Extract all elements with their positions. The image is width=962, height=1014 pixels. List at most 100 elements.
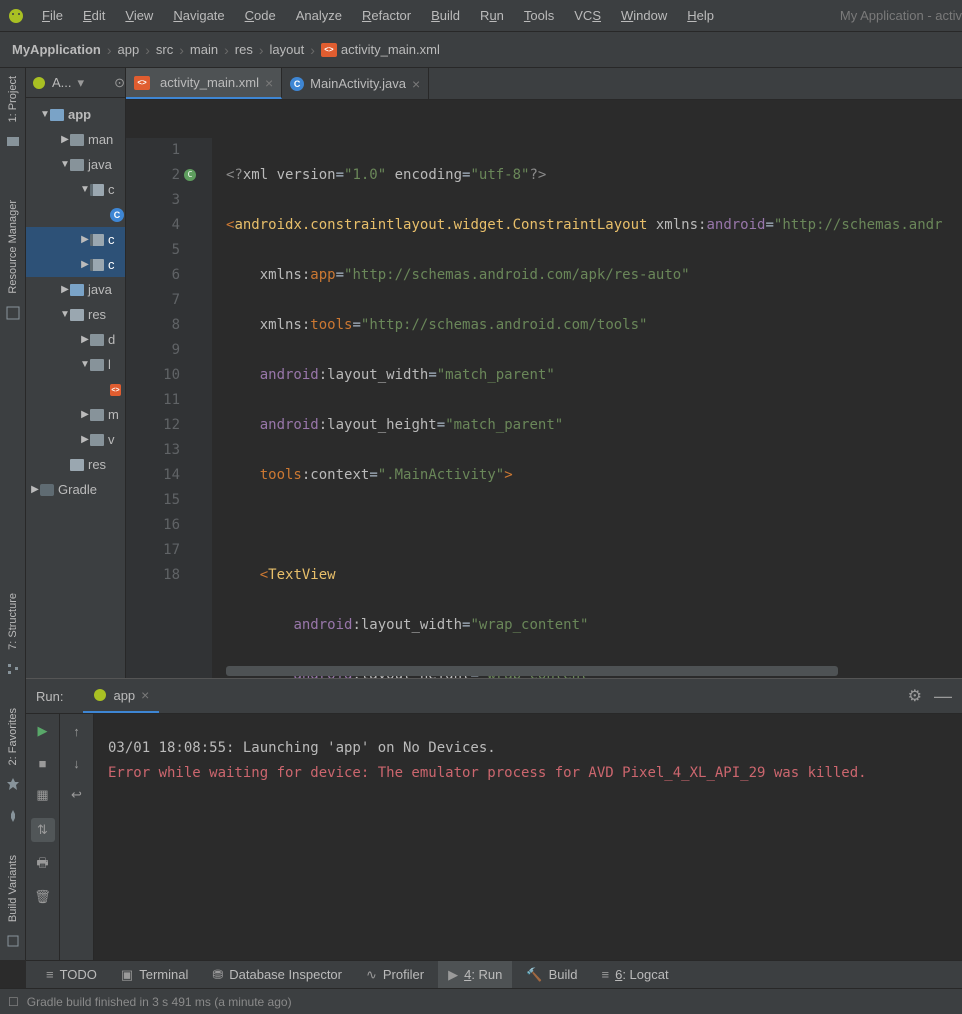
menu-analyze[interactable]: Analyze: [286, 4, 352, 27]
xml-file-icon: <>: [110, 384, 121, 396]
collapse-icon[interactable]: ⊙: [114, 75, 125, 91]
tab-profiler[interactable]: ∿Profiler: [356, 961, 434, 988]
line-number-gutter[interactable]: 1234 5678 9101112 13141516 1718 C: [126, 138, 198, 678]
tab-logcat[interactable]: ≡6: Logcat: [592, 961, 679, 988]
tree-node[interactable]: Gradle: [58, 482, 97, 497]
menu-help[interactable]: Help: [677, 4, 724, 27]
folder-icon: [70, 284, 84, 296]
android-icon: [93, 688, 107, 702]
pin-icon[interactable]: [6, 809, 20, 823]
menu-edit[interactable]: Edit: [73, 4, 115, 27]
stop-button[interactable]: ■: [34, 754, 52, 772]
rerun-button[interactable]: ▶: [34, 722, 52, 740]
menu-code[interactable]: Code: [235, 4, 286, 27]
package-icon: [90, 234, 104, 246]
tree-node[interactable]: man: [88, 132, 113, 147]
menu-file[interactable]: File: [32, 4, 73, 27]
code-editor[interactable]: 1234 5678 9101112 13141516 1718 C <?xml …: [126, 100, 962, 678]
tree-node[interactable]: v: [108, 432, 115, 447]
down-button[interactable]: ↓: [68, 754, 86, 772]
todo-icon: ≡: [46, 967, 54, 982]
menu-tools[interactable]: Tools: [514, 4, 564, 27]
chevron-right-icon: ›: [259, 42, 264, 58]
status-message: Gradle build finished in 3 s 491 ms (a m…: [27, 995, 292, 1009]
java-class-icon: C: [290, 77, 304, 91]
toggle-button[interactable]: ⇅: [31, 818, 55, 842]
status-icon[interactable]: ☐: [8, 995, 19, 1009]
breadcrumb-bar: MyApplication › app › src › main › res ›…: [0, 32, 962, 68]
rail-resource-manager[interactable]: Resource Manager: [7, 192, 19, 302]
tree-node[interactable]: d: [108, 332, 115, 347]
menu-vcs[interactable]: VCS: [564, 4, 611, 27]
tree-node[interactable]: c: [108, 257, 115, 272]
tree-node[interactable]: java: [88, 157, 112, 172]
chevron-right-icon: ›: [310, 42, 315, 58]
tree-node[interactable]: res: [88, 307, 106, 322]
gutter-marker-icon[interactable]: C: [184, 169, 196, 181]
breadcrumb-part[interactable]: main: [190, 42, 218, 57]
android-studio-logo-icon: [8, 8, 24, 24]
tab-terminal[interactable]: ▣Terminal: [111, 961, 198, 988]
up-button[interactable]: ↑: [68, 722, 86, 740]
project-tree[interactable]: app man java c C c c java res d l <> m v…: [26, 98, 125, 502]
close-icon[interactable]: ×: [265, 75, 273, 91]
window-title: My Application - activ: [840, 8, 962, 23]
tree-node[interactable]: m: [108, 407, 119, 422]
menu-window[interactable]: Window: [611, 4, 677, 27]
gradle-icon: [40, 484, 54, 496]
horizontal-scrollbar[interactable]: [226, 666, 838, 676]
tree-node[interactable]: l: [108, 357, 111, 372]
rail-favorites[interactable]: 2: Favorites: [7, 700, 19, 773]
run-toolbar-right: ↑ ↓ ↩: [60, 714, 94, 960]
tree-node[interactable]: java: [88, 282, 112, 297]
breadcrumb-root[interactable]: MyApplication: [12, 42, 101, 57]
minimize-icon[interactable]: —: [934, 686, 952, 707]
menu-view[interactable]: View: [115, 4, 163, 27]
menu-build[interactable]: Build: [421, 4, 470, 27]
breadcrumb-file[interactable]: activity_main.xml: [341, 42, 440, 57]
folder-icon: [90, 334, 104, 346]
tab-database-inspector[interactable]: ⛃Database Inspector: [202, 961, 352, 988]
editor-tab-main-activity[interactable]: C MainActivity.java ×: [282, 68, 429, 99]
breadcrumb-part[interactable]: layout: [270, 42, 305, 57]
tab-run[interactable]: ▶4: Run: [438, 961, 512, 988]
console-error-line: Error while waiting for device: The emul…: [108, 761, 948, 786]
tree-node[interactable]: res: [88, 457, 106, 472]
close-icon[interactable]: ×: [141, 687, 149, 703]
filter-icon[interactable]: ▾: [78, 75, 85, 91]
tree-node[interactable]: c: [108, 182, 115, 197]
run-console[interactable]: 03/01 18:08:55: Launching 'app' on No De…: [94, 714, 962, 960]
menu-navigate[interactable]: Navigate: [163, 4, 234, 27]
menu-refactor[interactable]: Refactor: [352, 4, 421, 27]
print-button[interactable]: 🖶: [34, 856, 52, 874]
package-icon: [90, 184, 104, 196]
breadcrumb-part[interactable]: res: [235, 42, 253, 57]
wrap-button[interactable]: ↩: [68, 786, 86, 804]
close-icon[interactable]: ×: [412, 76, 420, 92]
tab-build[interactable]: 🔨Build: [516, 961, 587, 988]
editor-tab-activity-main[interactable]: <> activity_main.xml ×: [126, 68, 282, 99]
resource-icon: [6, 306, 20, 320]
trash-button[interactable]: 🗑: [34, 888, 52, 906]
module-icon: [50, 109, 64, 121]
gear-icon[interactable]: ⚙: [908, 686, 922, 706]
run-toolbar-left: ▶ ■ ▦ ⇅ 🖶 🗑: [26, 714, 60, 960]
tree-node[interactable]: c: [108, 232, 115, 247]
project-view-header[interactable]: A... ▾ ⊙: [26, 68, 125, 98]
run-config-tab[interactable]: app ×: [83, 679, 159, 713]
fold-gutter[interactable]: [198, 138, 212, 678]
rail-build-variants[interactable]: Build Variants: [7, 847, 19, 930]
tab-todo[interactable]: ≡TODO: [36, 961, 107, 988]
xml-file-icon: <>: [134, 76, 150, 90]
breadcrumb-part[interactable]: app: [118, 42, 140, 57]
breadcrumb-part[interactable]: src: [156, 42, 173, 57]
rail-project[interactable]: 1: Project: [7, 68, 19, 130]
tree-node[interactable]: app: [68, 107, 91, 122]
layout-button[interactable]: ▦: [34, 786, 52, 804]
folder-icon: [90, 359, 104, 371]
editor-panel: <> activity_main.xml × C MainActivity.ja…: [126, 68, 962, 678]
rail-structure[interactable]: 7: Structure: [7, 585, 19, 658]
menu-run[interactable]: Run: [470, 4, 514, 27]
code-content[interactable]: <?xml version="1.0" encoding="utf-8"?> <…: [212, 138, 962, 678]
status-bar: ☐ Gradle build finished in 3 s 491 ms (a…: [0, 988, 962, 1014]
